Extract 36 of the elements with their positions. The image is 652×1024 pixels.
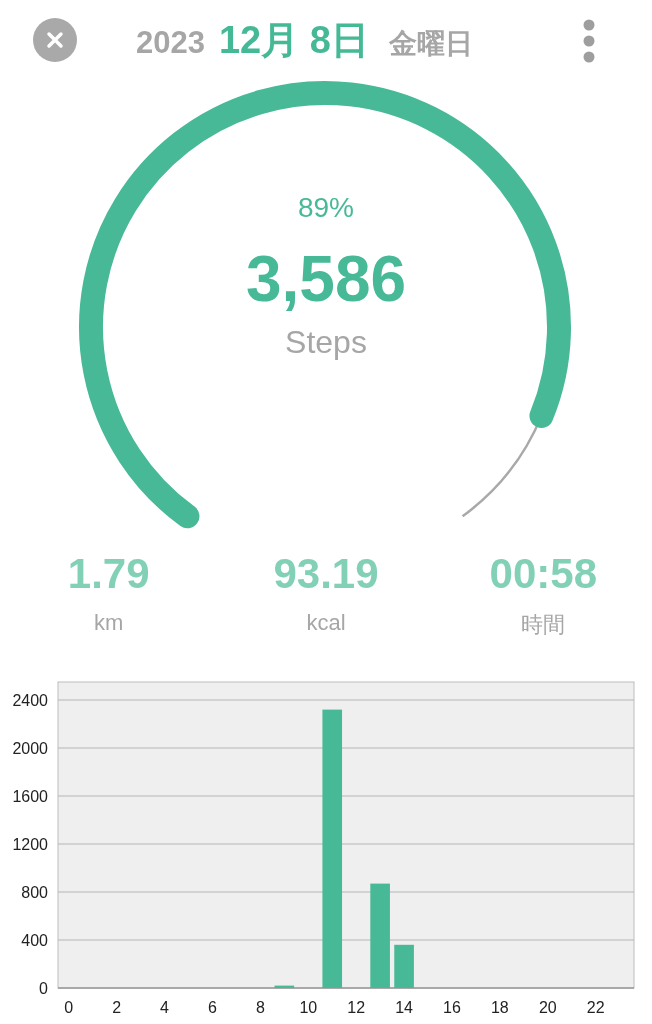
percent-text: 89%	[297, 192, 354, 224]
stat-value: 93.19	[273, 550, 379, 598]
axis-label: 1200	[12, 836, 48, 853]
axis-label: 14	[395, 999, 413, 1016]
axis-label: 10	[299, 999, 318, 1016]
date-text: 12月 8日	[218, 17, 369, 63]
stat-label: kcal	[306, 610, 346, 636]
stat-label: 時間	[521, 611, 566, 639]
weekday-text: 金曜日	[388, 26, 473, 61]
axis-label: 0	[64, 999, 74, 1016]
close-button[interactable]	[33, 18, 77, 62]
axis-label: 6	[208, 999, 217, 1016]
stat-label: km	[94, 610, 124, 636]
axis-label: 8	[255, 999, 265, 1016]
axis-label: 2000	[12, 740, 48, 757]
bar	[394, 944, 414, 988]
axis-label: 400	[21, 932, 48, 949]
axis-label: 12	[347, 999, 366, 1016]
axis-label: 4	[160, 999, 170, 1016]
axis-label: 800	[21, 884, 48, 901]
bar	[274, 985, 295, 988]
axis-label: 1600	[12, 788, 48, 805]
axis-label: 18	[491, 999, 509, 1016]
steps-value: 3,586	[245, 242, 407, 316]
axis-label: 16	[443, 999, 461, 1016]
axis-label: 22	[586, 999, 605, 1016]
axis-label: 20	[538, 999, 557, 1016]
steps-unit: Steps	[285, 324, 367, 361]
stat-value: 1.79	[67, 550, 150, 598]
axis-label: 2	[112, 999, 122, 1016]
axis-label: 2400	[12, 692, 48, 709]
year-text: 2023	[136, 24, 205, 61]
more-menu-button[interactable]	[582, 18, 596, 64]
stat-value: 00:58	[489, 550, 598, 598]
axis-label: 0	[39, 980, 48, 997]
close-icon	[45, 30, 65, 50]
